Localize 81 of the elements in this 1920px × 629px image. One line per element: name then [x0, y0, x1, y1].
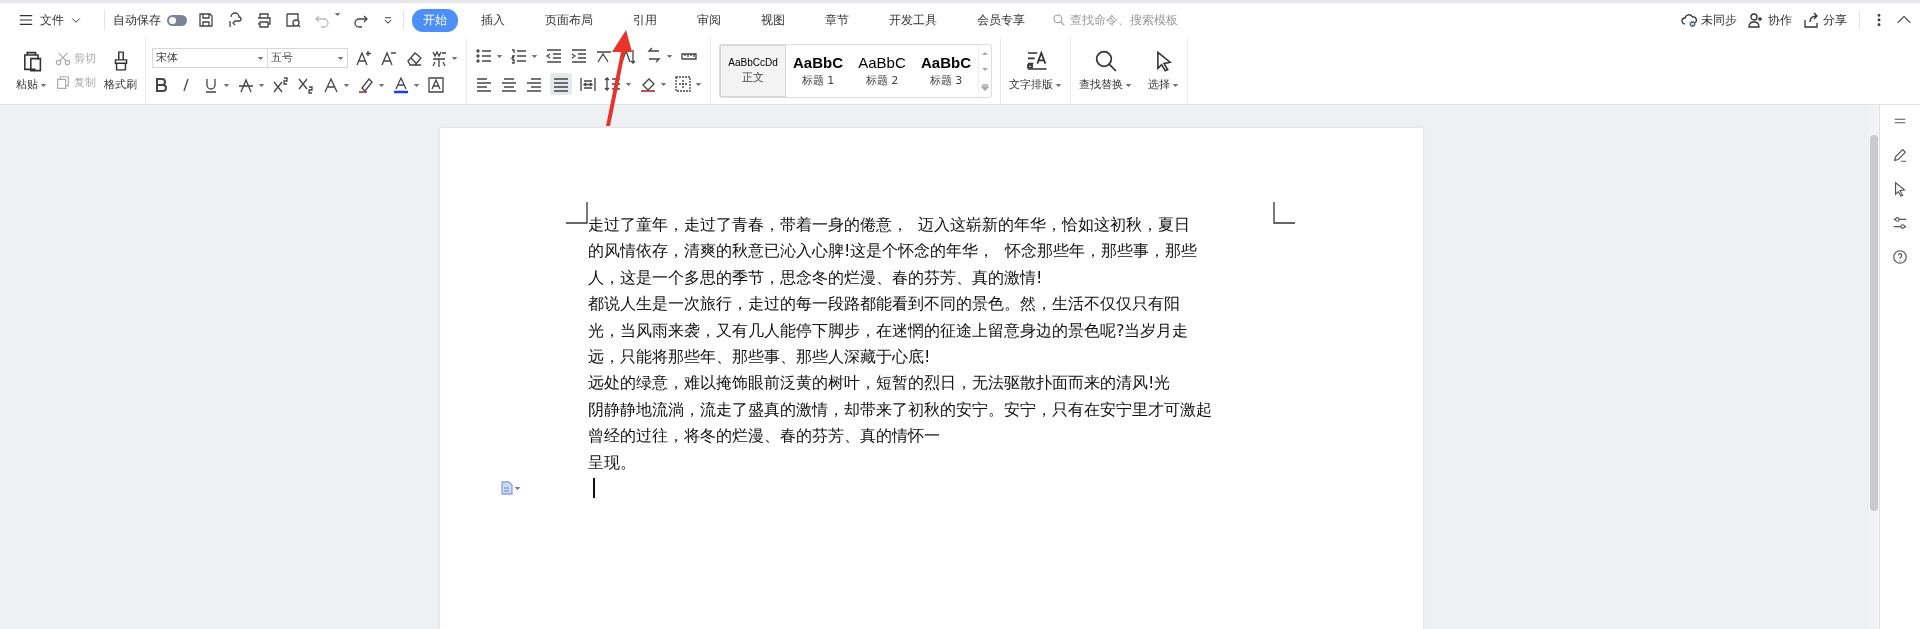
ribbon-tab[interactable]: 页面布局 — [534, 8, 604, 32]
print-preview-icon[interactable] — [284, 11, 302, 29]
document-text-line: 阴静静地流淌，流走了盛真的激情，却带来了初秋的安宁。安宁，只有在安宁里才可激起 — [588, 398, 1212, 421]
caret-icon[interactable] — [257, 54, 264, 61]
increase-indent-icon[interactable] — [570, 46, 588, 65]
caret-icon[interactable] — [625, 80, 632, 87]
sync-button[interactable]: 未同步 — [1680, 11, 1737, 29]
caret-icon[interactable] — [258, 81, 265, 88]
numbered-list-icon[interactable] — [510, 46, 528, 65]
save-icon[interactable] — [197, 11, 215, 29]
find-replace-button[interactable]: 查找替换 — [1079, 49, 1132, 92]
document-text-line: 远处的绿意，难以掩饰眼前泛黄的树叶，短暂的烈日，无法驱散扑面而来的清风!光 — [588, 372, 1171, 395]
margin-corner-icon — [566, 202, 588, 224]
style-preset[interactable]: AaBbC 标题 1 — [786, 44, 850, 97]
caret-icon[interactable] — [343, 81, 350, 88]
ribbon-tab[interactable]: 开发工具 — [878, 8, 948, 32]
document-text-line: 光，当风雨来袭，又有几人能停下脚步，在迷惘的征途上留意身边的景色呢?当岁月走 — [588, 319, 1189, 342]
document-text-line: 人，这是一个多思的季节，思念冬的烂漫、春的芬芳、真的激情! — [588, 266, 1043, 289]
decrease-indent-icon[interactable] — [545, 46, 563, 65]
caret-icon[interactable] — [1172, 81, 1179, 88]
ribbon-tab[interactable]: 插入 — [470, 8, 516, 32]
superscript-icon[interactable] — [272, 75, 290, 94]
sliders-icon[interactable] — [1892, 215, 1908, 231]
ribbon-tab[interactable]: 审阅 — [686, 8, 732, 32]
document-text-line: 曾经的过往，将冬的烂漫、春的芬芳、真的情怀一 — [588, 425, 940, 448]
collab-button[interactable]: 协作 — [1747, 11, 1792, 29]
font-name-field[interactable]: 宋体 — [152, 47, 268, 68]
caret-icon[interactable] — [413, 81, 420, 88]
search-icon[interactable] — [1093, 49, 1118, 73]
caret-icon[interactable] — [1055, 81, 1062, 88]
document-text-line: 呈现。 — [588, 451, 636, 474]
ribbon-tab[interactable]: 引用 — [622, 8, 668, 32]
caret-icon[interactable] — [531, 52, 538, 59]
share-icon[interactable] — [1802, 11, 1820, 29]
share-button[interactable]: 分享 — [1802, 11, 1847, 29]
caret-icon[interactable] — [223, 81, 230, 88]
caret-icon[interactable] — [334, 11, 341, 17]
autosave-toggle[interactable] — [167, 14, 187, 26]
ribbon-tab[interactable]: 会员专享 — [966, 8, 1036, 32]
caret-icon[interactable] — [451, 54, 458, 61]
font-color-icon[interactable] — [392, 75, 410, 94]
font-size-field[interactable]: 五号 — [268, 47, 348, 68]
format-painter-button[interactable]: 格式刷 — [104, 49, 137, 92]
paste-button[interactable]: 粘贴 — [16, 49, 47, 92]
pointer-icon[interactable] — [1892, 181, 1908, 197]
ribbon-tab[interactable]: 章节 — [814, 8, 860, 32]
grow-font-icon[interactable] — [355, 48, 373, 67]
caret-icon[interactable] — [40, 81, 47, 88]
document-text-line: 都说人生是一次旅行，走过的每一段路都能看到不同的景色。然，生活不仅仅只有阳 — [588, 293, 1180, 316]
caret-icon[interactable] — [514, 485, 521, 492]
caret-icon[interactable] — [337, 54, 344, 61]
borders-icon[interactable] — [674, 74, 692, 93]
style-preset[interactable]: AaBbC 标题 2 — [850, 44, 914, 97]
caret-icon[interactable] — [1125, 81, 1132, 88]
caret-icon[interactable] — [378, 81, 385, 88]
file-menu[interactable]: 文件 — [14, 9, 86, 31]
caret-icon[interactable] — [660, 80, 667, 87]
document-text-line: 远，只能将那些年、那些事、那些人深藏于心底! — [588, 346, 931, 369]
caret-icon[interactable] — [666, 52, 673, 59]
cloud-sync-icon[interactable] — [226, 11, 244, 29]
margin-corner-icon — [1273, 202, 1295, 224]
help-icon[interactable] — [1892, 249, 1908, 265]
text-layout-button[interactable]: 文字排版 — [1009, 49, 1062, 92]
document-text-line: 的风情依存，清爽的秋意已沁入心脾!这是个怀念的年华， 怀念那些年，那些事，那些 — [588, 240, 1197, 263]
scrollbar-thumb[interactable] — [1870, 135, 1878, 511]
text-cursor — [593, 478, 595, 499]
cloud-icon[interactable] — [1680, 11, 1698, 29]
pen-icon[interactable] — [1892, 147, 1908, 163]
ribbon-tab[interactable]: 视图 — [750, 8, 796, 32]
print-icon[interactable] — [255, 11, 273, 29]
select-button[interactable]: 选择 — [1148, 49, 1179, 92]
character-border-icon[interactable] — [427, 75, 445, 94]
caret-icon[interactable] — [496, 52, 503, 59]
style-preset[interactable]: AaBbC 标题 3 — [914, 44, 978, 97]
document-text-line: 走过了童年，走过了青春，带着一身的倦意， 迈入这崭新的年华，恰如这初秋，夏日 — [588, 214, 1191, 236]
style-preset[interactable]: AaBbCcDd 正文 — [720, 44, 786, 97]
menu-icon[interactable] — [18, 12, 34, 28]
add-user-icon[interactable] — [1747, 11, 1765, 29]
line-break-icon[interactable] — [645, 46, 663, 65]
autosave-label: 自动保存 — [113, 11, 161, 29]
caret-icon[interactable] — [695, 80, 702, 87]
